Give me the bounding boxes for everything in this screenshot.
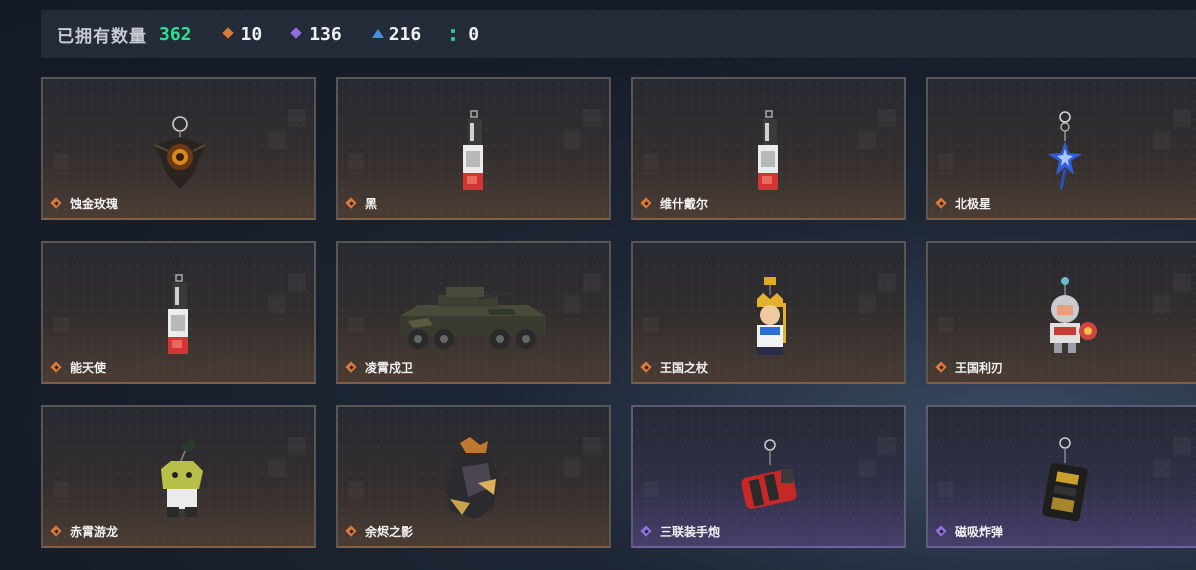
purple-diamond-icon bbox=[290, 27, 302, 39]
item-label: 北极星 bbox=[936, 195, 991, 212]
item-name: 蚀金玫瑰 bbox=[70, 197, 119, 211]
item-name: 王国利刃 bbox=[955, 361, 1004, 375]
owned-count-total: 362 bbox=[159, 23, 192, 45]
star-charm-image bbox=[1048, 111, 1082, 190]
item-label: 能天使 bbox=[51, 359, 106, 376]
item-card[interactable]: 维什戴尔 bbox=[631, 77, 906, 220]
item-card[interactable]: 三联装手炮 bbox=[631, 405, 906, 548]
lighter-charm-image bbox=[168, 274, 188, 354]
orange-rarity-icon bbox=[51, 362, 62, 373]
item-card[interactable]: 赤霄游龙 bbox=[41, 405, 316, 548]
lighter-charm-image bbox=[758, 110, 778, 190]
orange-rarity-icon bbox=[936, 362, 947, 373]
grenade-charm-image bbox=[741, 439, 797, 509]
item-label: 王国利刃 bbox=[936, 359, 1003, 376]
lighter-charm-image bbox=[463, 110, 483, 190]
orange-rarity-icon bbox=[51, 526, 62, 537]
king-figure-image bbox=[757, 277, 786, 355]
item-label: 凌霄戍卫 bbox=[346, 359, 413, 376]
rose-charm-image bbox=[154, 116, 206, 189]
item-label: 蚀金玫瑰 bbox=[51, 195, 118, 212]
orange-rarity-icon bbox=[51, 198, 62, 209]
item-name: 能天使 bbox=[70, 361, 107, 375]
item-card[interactable]: 王国之杖 bbox=[631, 241, 906, 384]
item-label: 三联装手炮 bbox=[641, 523, 720, 540]
item-card[interactable]: 蚀金玫瑰 bbox=[41, 77, 316, 220]
orange-rarity-icon bbox=[346, 526, 357, 537]
stat-blue: 216 bbox=[371, 23, 422, 45]
knight-figure-image bbox=[1050, 277, 1097, 353]
item-label: 黑 bbox=[346, 195, 377, 212]
item-card[interactable]: 凌霄戍卫 bbox=[336, 241, 611, 384]
orange-diamond-icon bbox=[221, 27, 234, 39]
shadow-figure-image bbox=[446, 437, 498, 519]
item-label: 磁吸炸弹 bbox=[936, 523, 1003, 540]
item-name: 磁吸炸弹 bbox=[955, 525, 1004, 539]
purple-rarity-icon bbox=[641, 526, 652, 537]
item-label: 余烬之影 bbox=[346, 523, 413, 540]
orange-rarity-icon bbox=[641, 362, 652, 373]
item-card[interactable]: 余烬之影 bbox=[336, 405, 611, 548]
item-name: 三联装手炮 bbox=[660, 525, 721, 539]
item-name: 凌霄戍卫 bbox=[365, 361, 414, 375]
orange-rarity-icon bbox=[936, 198, 947, 209]
stat-blue-value: 216 bbox=[388, 23, 422, 45]
item-name: 余烬之影 bbox=[365, 525, 414, 539]
item-card[interactable]: 磁吸炸弹 bbox=[926, 405, 1196, 548]
item-name: 黑 bbox=[365, 197, 378, 211]
item-name: 赤霄游龙 bbox=[70, 525, 119, 539]
item-card[interactable]: 能天使 bbox=[41, 241, 316, 384]
stat-green: 0 bbox=[451, 24, 479, 45]
owned-count-label: 已拥有数量 bbox=[57, 26, 147, 47]
item-card[interactable]: 王国利刃 bbox=[926, 241, 1196, 384]
dragon-figure-image bbox=[161, 439, 203, 517]
stat-purple: 136 bbox=[290, 23, 342, 45]
blue-triangle-icon bbox=[371, 29, 384, 39]
stat-orange: 10 bbox=[221, 23, 263, 45]
item-name: 北极星 bbox=[955, 197, 992, 211]
collection-header: 已拥有数量 362 10 136 216 0 bbox=[41, 10, 1196, 58]
item-card[interactable]: 北极星 bbox=[926, 77, 1196, 220]
item-label: 维什戴尔 bbox=[641, 195, 708, 212]
item-name: 王国之杖 bbox=[660, 361, 709, 375]
item-name: 维什戴尔 bbox=[660, 197, 709, 211]
orange-rarity-icon bbox=[346, 198, 357, 209]
purple-rarity-icon bbox=[936, 526, 947, 537]
orange-rarity-icon bbox=[346, 362, 357, 373]
stat-purple-value: 136 bbox=[309, 23, 342, 45]
armored-vehicle-image bbox=[400, 287, 546, 349]
item-card[interactable]: 黑 bbox=[336, 77, 611, 220]
orange-rarity-icon bbox=[641, 198, 652, 209]
stat-orange-value: 10 bbox=[240, 23, 263, 45]
item-label: 赤霄游龙 bbox=[51, 523, 118, 540]
bomb-charm-image bbox=[1042, 437, 1088, 522]
green-dots-icon bbox=[451, 29, 461, 41]
stat-green-value: 0 bbox=[468, 23, 480, 45]
item-label: 王国之杖 bbox=[641, 359, 708, 376]
